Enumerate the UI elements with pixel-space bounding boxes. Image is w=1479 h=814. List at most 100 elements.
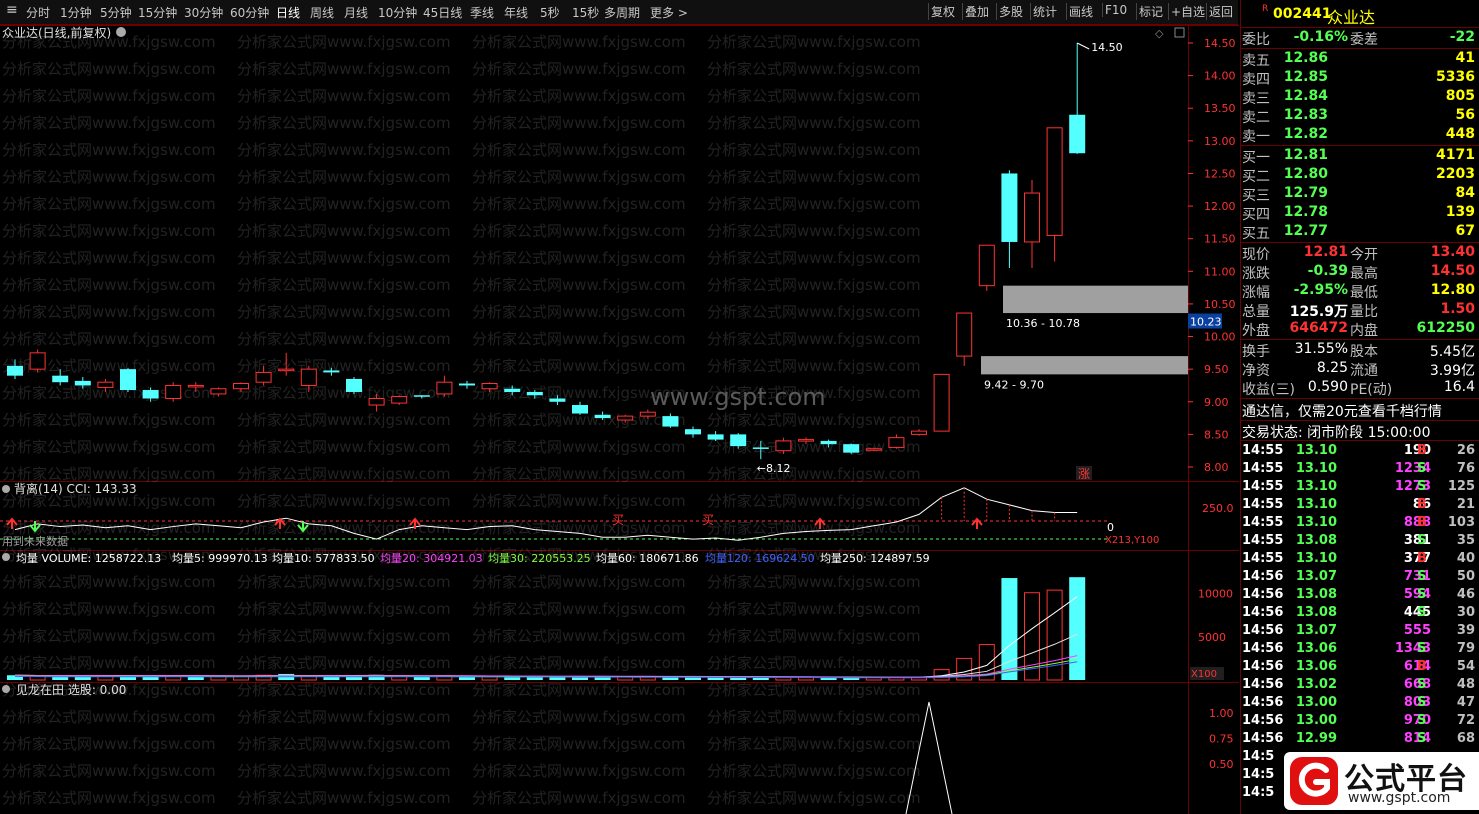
candle-body [436, 381, 453, 395]
watermark-text: 分析家公式网www.fxjgsw.com [2, 411, 216, 429]
toolbar-button-5[interactable]: F10 [1102, 3, 1129, 17]
period-tab-5[interactable]: 60分钟 [230, 4, 269, 21]
period-tab-11[interactable]: 季线 [470, 4, 494, 21]
menu-icon[interactable]: ≡ [6, 2, 18, 18]
cci-title: 背离(14) CCI: 143.33 [14, 481, 137, 496]
watermark-text: 分析家公式网www.fxjgsw.com [237, 303, 451, 321]
bid-price: 12.77 [1283, 223, 1328, 239]
candle [1024, 179, 1040, 269]
toolbar-button-1[interactable]: 叠加 [962, 3, 991, 20]
candle-body [391, 396, 408, 404]
period-tab-9[interactable]: 10分钟 [378, 4, 417, 21]
period-tab-4[interactable]: 30分钟 [184, 4, 223, 21]
period-tab-6[interactable]: 日线 [276, 4, 300, 21]
candle [1046, 127, 1063, 262]
tick-count: 35 [1456, 533, 1475, 548]
tick-count: 76 [1456, 461, 1475, 476]
period-tab-12[interactable]: 年线 [504, 4, 528, 21]
window-restore-icon[interactable] [1174, 27, 1185, 38]
divider-quote [1241, 339, 1479, 340]
watermark-layer: 分析家公式网www.fxjgsw.com 分析家公式网www.fxjgsw.com… [2, 33, 921, 807]
candle-body [165, 384, 182, 400]
quote-label-2: 最低 [1350, 285, 1378, 301]
toolbar-button-8[interactable]: 返回 [1206, 3, 1235, 20]
tick-time: 14:55 [1242, 497, 1284, 512]
candle [956, 312, 973, 366]
signal-options-icon[interactable] [2, 685, 10, 693]
period-tab-8[interactable]: 月线 [344, 4, 368, 21]
y-tick-label: 14.50 [1204, 37, 1236, 50]
watermark-text: 分析家公式网www.fxjgsw.com [2, 303, 216, 321]
toolbar-button-7[interactable]: +自选 [1168, 3, 1207, 20]
toolbar-button-6[interactable]: 标记 [1136, 3, 1165, 20]
watermark-text: 分析家公式网www.fxjgsw.com [707, 654, 921, 672]
tick-side: S [1417, 569, 1427, 584]
watermark-text: 分析家公式网www.fxjgsw.com [237, 492, 451, 510]
period-tab-2[interactable]: 5分钟 [100, 4, 132, 21]
quote-row: 涨跌 -0.39 最高 14.50 [1241, 263, 1475, 282]
watermark-text: 分析家公式网www.fxjgsw.com [707, 762, 921, 780]
toolbar-button-0[interactable]: 复权 [928, 3, 957, 20]
watermark-text: 分析家公式网www.fxjgsw.com [707, 303, 921, 321]
period-tab-13[interactable]: 5秒 [540, 4, 560, 21]
tick-row: 14:55 13.08 381 S 35 [1241, 533, 1475, 551]
cci-options-icon[interactable] [2, 485, 10, 493]
candle-body [956, 312, 973, 357]
candle-body [74, 380, 91, 386]
watermark-text: 分析家公式网www.fxjgsw.com [2, 465, 216, 483]
tick-side: S [1417, 587, 1427, 602]
ask-row: 卖二 12.83 56 [1241, 107, 1475, 126]
toolbar-button-4[interactable]: 画线 [1066, 3, 1095, 20]
candle-body [526, 391, 543, 396]
volume-stat-4: 均量30: 220553.25 [488, 552, 591, 565]
tick-side: B [1417, 443, 1427, 458]
watermark-text: 分析家公式网www.fxjgsw.com [707, 627, 921, 645]
watermark-text: 分析家公式网www.fxjgsw.com [707, 789, 921, 807]
period-tab-0[interactable]: 分时 [26, 4, 50, 21]
candle [1001, 170, 1018, 269]
divider-promo [1241, 420, 1479, 421]
candle-body [1024, 192, 1040, 243]
stat-value-2: 3.99亿 [1429, 363, 1475, 379]
candle-body [120, 369, 136, 391]
stat-label-1: 换手 [1242, 344, 1270, 360]
period-tab-3[interactable]: 15分钟 [138, 4, 177, 21]
tick-side: S [1417, 677, 1427, 692]
promo-link[interactable]: 通达信，仅需20元查看千档行情 [1242, 401, 1442, 421]
watermark-text: 分析家公式网www.fxjgsw.com [472, 654, 686, 672]
watermark-text: 分析家公式网www.fxjgsw.com [472, 249, 686, 267]
volume-options-icon[interactable] [2, 553, 10, 561]
tick-price: 13.10 [1295, 443, 1337, 458]
volume-stat-2: 均量10: 577833.50 [272, 552, 375, 565]
y-tick-label: 10.50 [1204, 298, 1236, 311]
tick-price: 13.08 [1295, 605, 1337, 620]
chart-options-icon[interactable] [116, 27, 126, 37]
volume-stat-6: 均量120: 169624.50 [705, 552, 815, 565]
period-tab-10[interactable]: 45日线 [423, 4, 462, 21]
tick-side: S [1417, 713, 1427, 728]
candle-body [911, 430, 927, 435]
bid-price: 12.81 [1283, 147, 1328, 163]
tick-row: 14:55 13.10 377 B 40 [1241, 551, 1475, 569]
period-tab-15[interactable]: 多周期 [604, 4, 640, 21]
period-tab-16[interactable]: 更多 > [650, 4, 688, 21]
watermark-text: 分析家公式网www.fxjgsw.com [2, 789, 216, 807]
watermark-text: 分析家公式网www.fxjgsw.com [472, 168, 686, 186]
tick-row: 14:56 13.02 668 S 48 [1241, 677, 1475, 695]
watermark-text: 分析家公式网www.fxjgsw.com [2, 438, 216, 456]
tick-side: S [1417, 605, 1427, 620]
period-tab-1[interactable]: 1分钟 [60, 4, 92, 21]
tick-row: 14:56 13.06 1343 S 79 [1241, 641, 1475, 659]
watermark-text: 分析家公式网www.fxjgsw.com [2, 168, 216, 186]
toolbar-button-3[interactable]: 统计 [1030, 3, 1059, 20]
watermark-text: 分析家公式网www.fxjgsw.com [472, 681, 686, 699]
period-tab-7[interactable]: 周线 [310, 4, 334, 21]
watermark-text: 分析家公式网www.fxjgsw.com [2, 222, 216, 240]
period-tab-14[interactable]: 15秒 [572, 4, 599, 21]
center-watermark: www.gspt.com [650, 383, 826, 411]
watermark-text: 分析家公式网www.fxjgsw.com [2, 87, 216, 105]
watermark-text: 分析家公式网www.fxjgsw.com [707, 465, 921, 483]
candle-body [1069, 114, 1086, 154]
toolbar-button-2[interactable]: 多股 [996, 3, 1025, 20]
quote-panel: R 002441 众业达 委比 -0.16% 委差 -22 卖五 12.86 41 卖四 12.85 5… [1240, 0, 1479, 814]
